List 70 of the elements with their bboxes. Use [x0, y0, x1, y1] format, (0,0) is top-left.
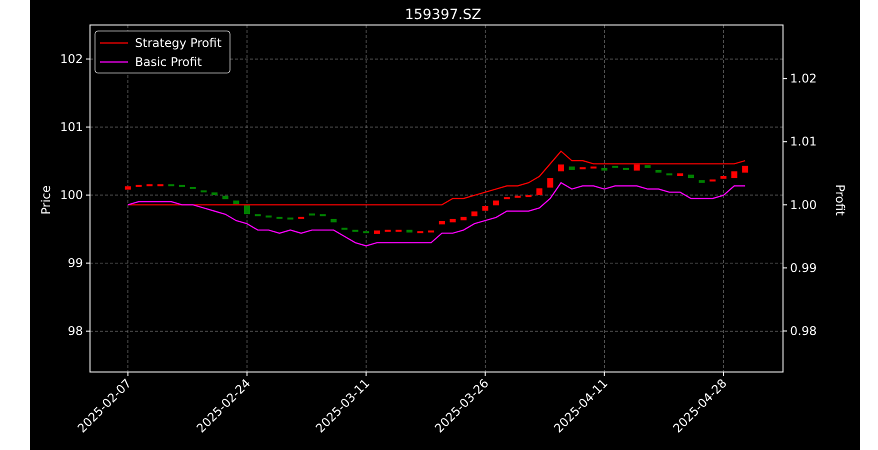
candle — [601, 168, 608, 171]
candle — [428, 230, 434, 232]
y-tick-label: 1.01 — [790, 134, 817, 149]
candle — [276, 216, 282, 219]
candle — [580, 167, 586, 170]
candle — [298, 216, 304, 219]
candle — [514, 196, 521, 198]
candle — [450, 218, 456, 222]
candle — [287, 218, 294, 220]
candle — [157, 184, 164, 186]
candle — [688, 174, 694, 178]
candle — [568, 166, 575, 170]
y-tick-label: 101 — [60, 120, 83, 134]
candle — [547, 178, 554, 188]
candle — [212, 192, 218, 196]
candle — [308, 213, 315, 216]
candle — [146, 184, 153, 186]
candle — [493, 200, 500, 206]
y-tick-label: 99 — [68, 256, 83, 270]
y-tick-label: 100 — [60, 188, 83, 202]
candle — [644, 165, 651, 168]
chart-title: 159397.SZ — [404, 7, 482, 23]
candle — [623, 168, 629, 170]
candle — [200, 190, 207, 192]
candle — [526, 195, 532, 198]
y-tick-label: 0.99 — [790, 260, 817, 275]
y-tick-label: 98 — [68, 324, 83, 338]
candle — [222, 196, 228, 200]
legend-label: Strategy Profit — [135, 36, 222, 50]
y-tick-label: 102 — [60, 52, 83, 66]
y-tick-label: 1.02 — [790, 72, 817, 86]
candle — [417, 231, 424, 234]
candle — [396, 230, 402, 232]
candle — [655, 170, 662, 173]
legend-label: Basic Profit — [135, 55, 202, 69]
candle — [742, 166, 748, 173]
y-axis-label: Profit — [833, 184, 847, 216]
candle — [124, 186, 131, 190]
candle — [731, 171, 738, 178]
candle — [710, 179, 716, 182]
candle — [363, 231, 370, 234]
candle — [504, 197, 510, 200]
candle — [438, 220, 445, 224]
candle — [168, 184, 174, 186]
candle — [612, 166, 618, 168]
y-axis-label: Price — [39, 185, 53, 215]
candle — [558, 164, 564, 172]
candle — [536, 188, 542, 196]
candle — [482, 206, 488, 211]
candle — [384, 230, 391, 232]
candle — [698, 180, 705, 183]
candle — [330, 218, 337, 222]
candle — [677, 173, 684, 176]
candle — [460, 216, 467, 220]
candle — [341, 228, 348, 230]
candle — [590, 166, 596, 169]
candle — [233, 200, 240, 204]
candle — [720, 176, 726, 179]
candle — [320, 214, 326, 216]
candle — [352, 230, 358, 232]
candle — [374, 230, 380, 234]
candle — [136, 184, 142, 187]
candle — [190, 186, 196, 189]
y-tick-label: 0.98 — [790, 324, 817, 338]
y-tick-label: 1.00 — [790, 198, 817, 212]
candle — [666, 173, 672, 176]
candle — [254, 214, 261, 216]
candle — [406, 230, 412, 233]
candle — [179, 184, 186, 187]
candle — [471, 211, 478, 216]
